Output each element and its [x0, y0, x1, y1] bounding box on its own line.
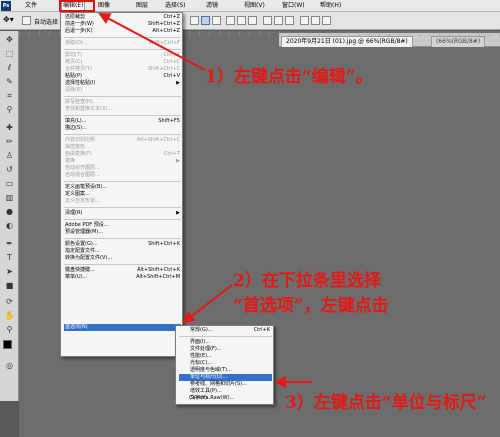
arrow-to-edit-menu — [98, 13, 206, 71]
annotation-step2-line1: 2）在下拉条里选择 — [233, 271, 381, 291]
arrow-to-preferences — [182, 284, 233, 324]
annotation-step2-line2: “首选项”，左键点击 — [233, 296, 389, 316]
annotation-step1: 1）左键点击“编辑”。 — [205, 67, 373, 87]
annotation-step3: 3）左键点击“单位与标尺” — [285, 393, 487, 413]
